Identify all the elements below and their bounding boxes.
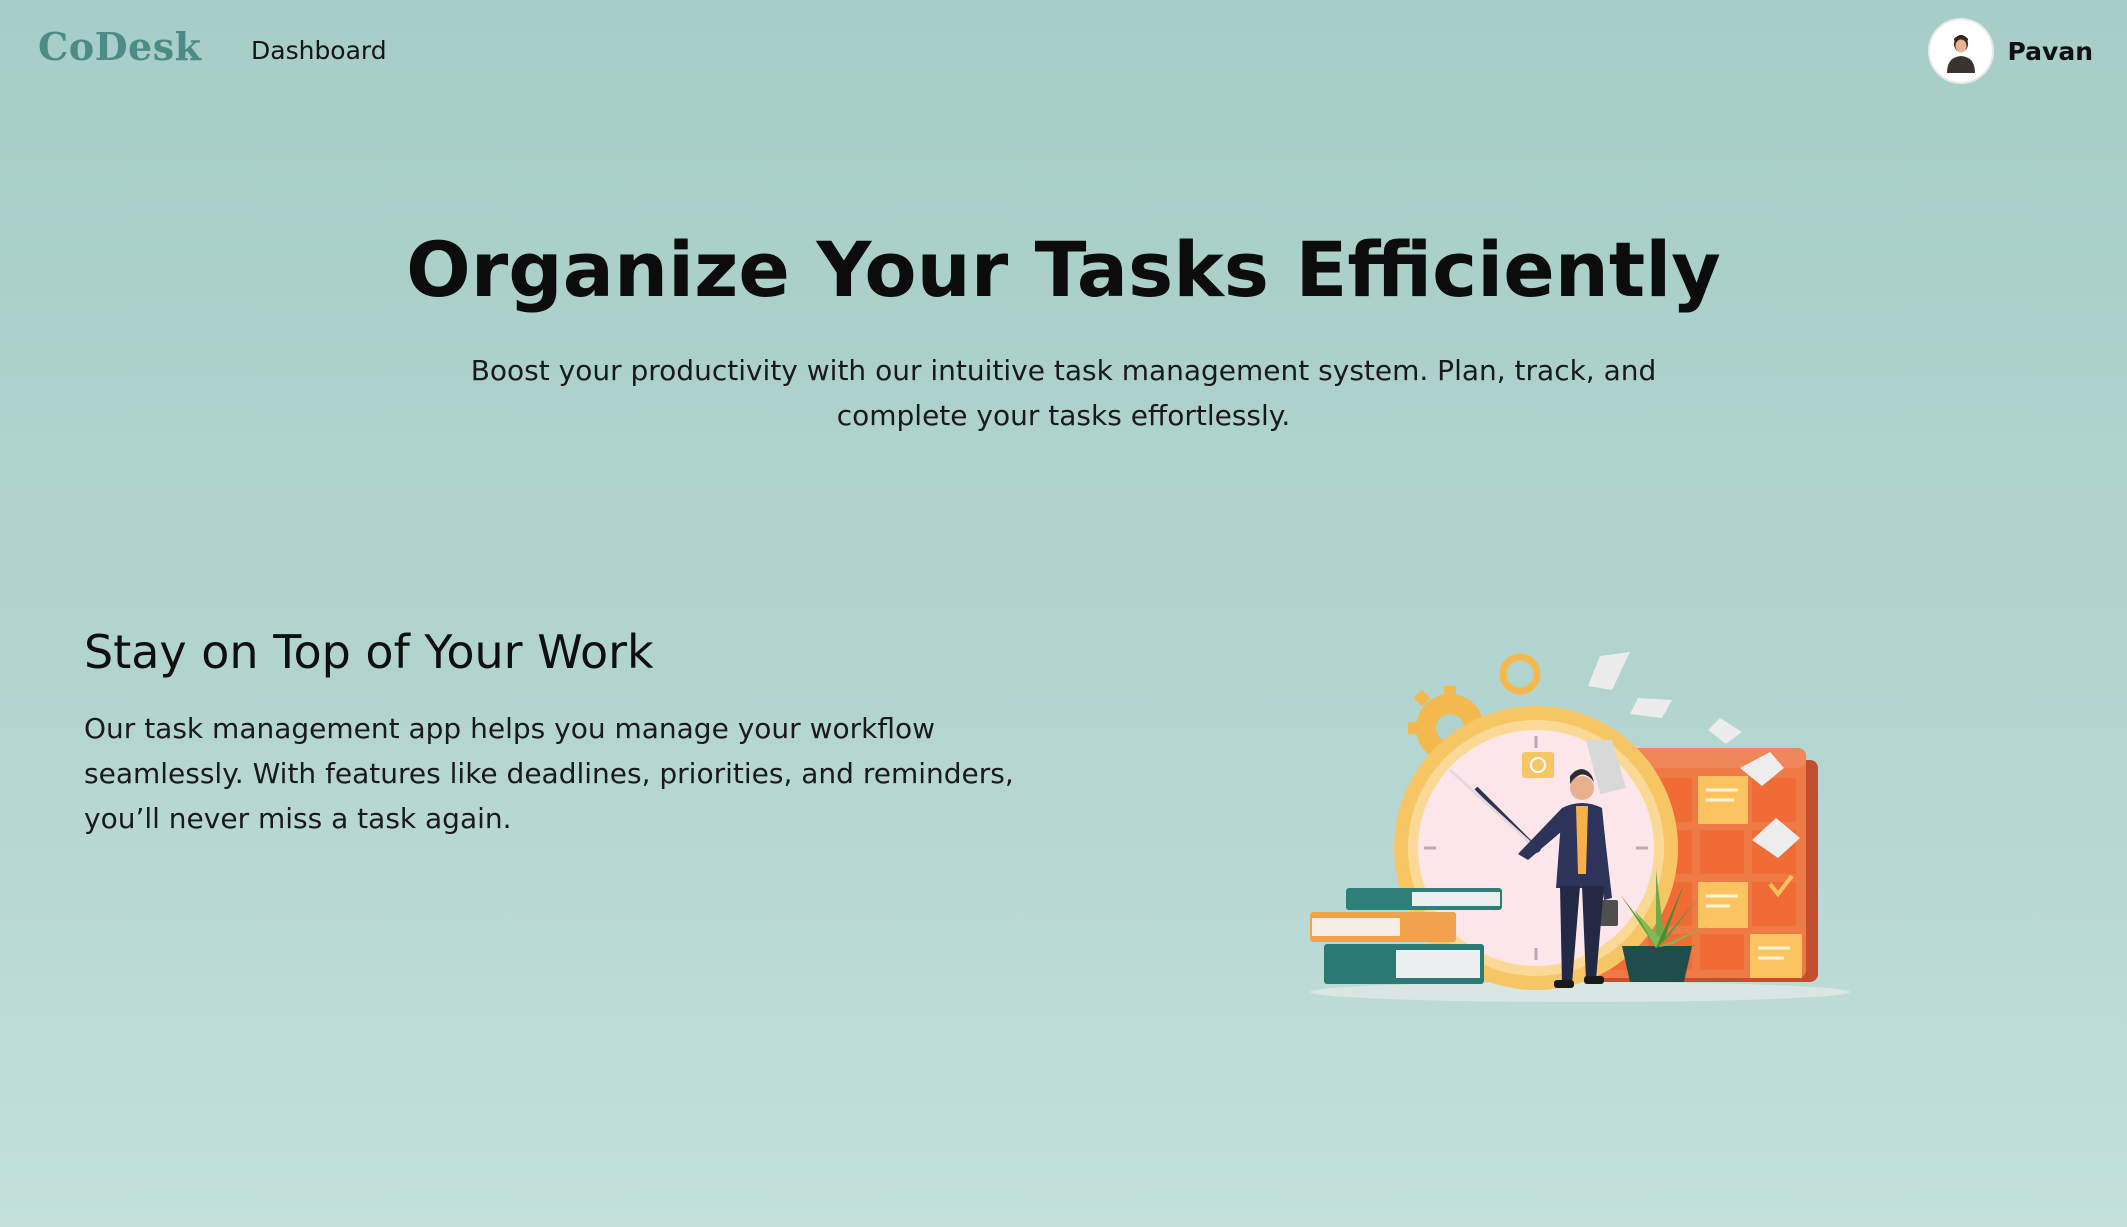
nav-link-dashboard[interactable]: Dashboard [251, 36, 387, 65]
feature-description: Our task management app helps you manage… [84, 712, 1014, 835]
hero-section: Organize Your Tasks Efficiently Boost yo… [0, 220, 2127, 438]
hero-subtitle: Boost your productivity with our intuiti… [470, 354, 1657, 432]
hero-title: Organize Your Tasks Efficiently [406, 225, 1721, 314]
small-gear-icon [1499, 653, 1541, 695]
feature-title: Stay on Top of Your Work [84, 625, 654, 679]
person-icon [1946, 35, 1975, 73]
brand-logo[interactable]: CoDesk [38, 24, 201, 69]
feature-section: Stay on Top of Your Work Our task manage… [84, 620, 1044, 841]
user-menu[interactable]: Pavan [1927, 18, 2094, 84]
task-management-illustration [1300, 648, 1860, 1018]
top-navbar: CoDesk Dashboard Pavan [0, 0, 2127, 100]
user-name[interactable]: Pavan [2008, 37, 2094, 66]
user-avatar-icon[interactable] [1927, 18, 1994, 84]
